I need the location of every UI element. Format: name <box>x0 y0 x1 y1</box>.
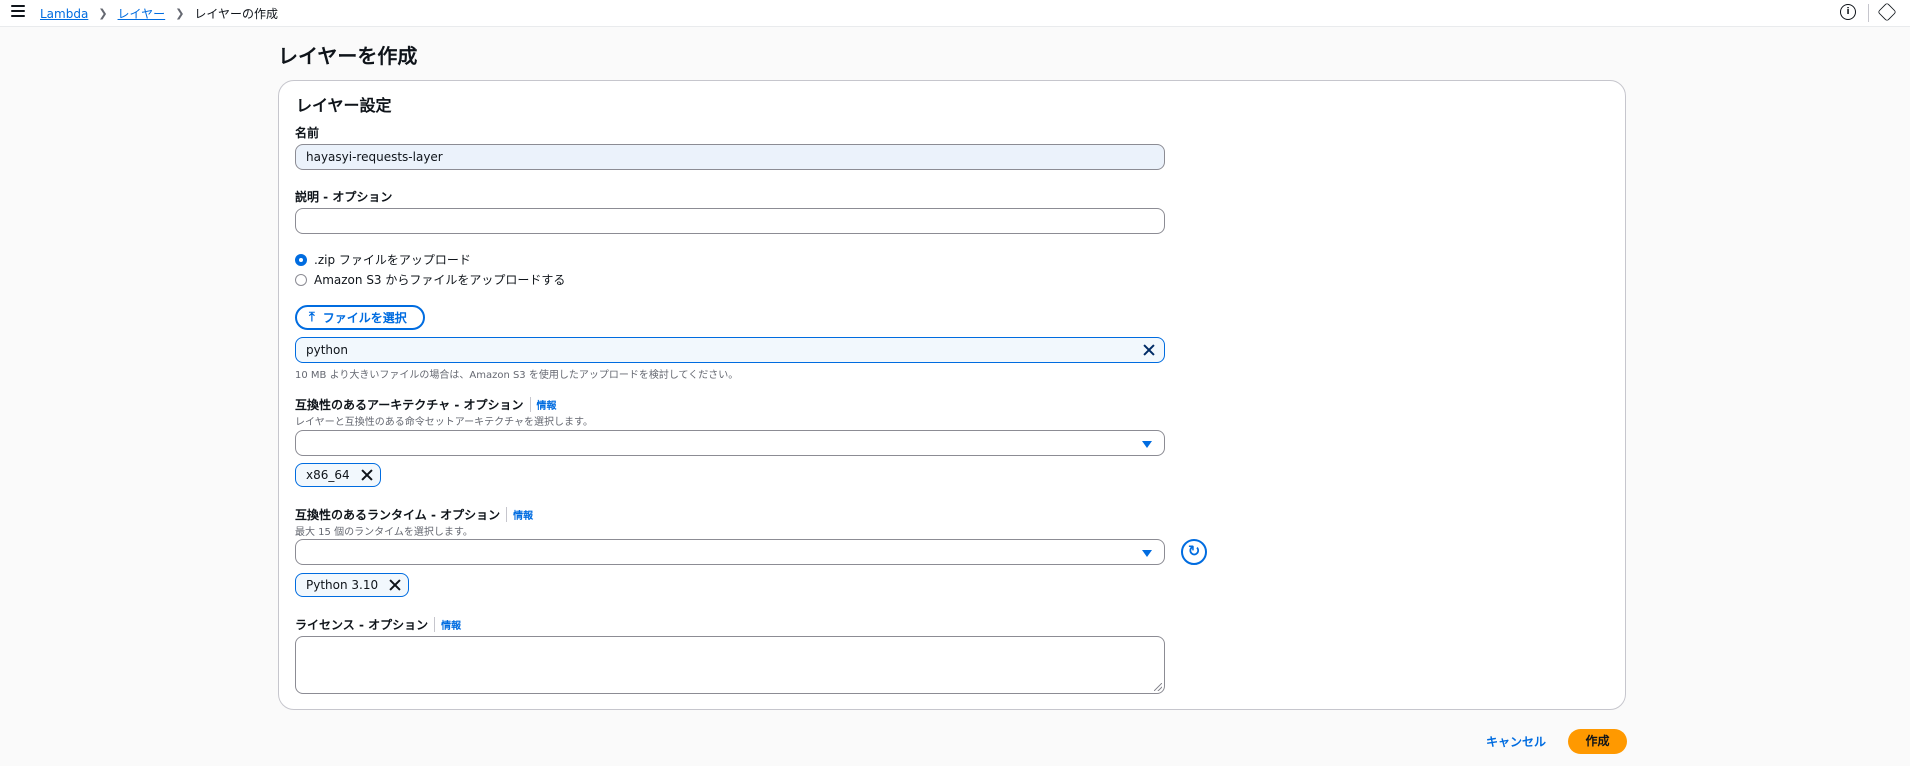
remove-runtime-icon[interactable] <box>388 578 402 592</box>
architecture-token: x86_64 <box>295 463 381 487</box>
info-icon[interactable]: i <box>1840 4 1856 20</box>
choose-file-button[interactable]: ⤒ ファイルを選択 <box>295 305 425 330</box>
upload-icon: ⤒ <box>309 310 315 325</box>
runtime-hint: 最大 15 個のランタイムを選択します。 <box>295 527 473 538</box>
breadcrumb-current: レイヤーの作成 <box>194 7 279 21</box>
breadcrumb: Lambda ❯ レイヤー ❯ レイヤーの作成 <box>40 5 278 22</box>
runtime-label: 互換性のあるランタイム - オプション 情報 <box>295 506 533 523</box>
name-input[interactable]: hayasyi-requests-layer <box>295 144 1165 170</box>
settings-icon[interactable] <box>1877 2 1897 22</box>
selected-file: python <box>295 337 1165 363</box>
radio-checked-icon[interactable] <box>295 253 307 266</box>
caret-down-icon <box>1142 441 1152 448</box>
license-info-link[interactable]: 情報 <box>434 617 461 632</box>
architecture-hint: レイヤーと互換性のある命令セットアーキテクチャを選択します。 <box>295 417 593 428</box>
chevron-right-icon: ❯ <box>98 7 108 20</box>
radio-upload-s3[interactable]: Amazon S3 からファイルをアップロードする <box>295 271 565 288</box>
architecture-label-text: 互換性のあるアーキテクチャ - オプション <box>295 398 524 412</box>
file-size-hint: 10 MB より大きいファイルの場合は、Amazon S3 を使用したアップロー… <box>295 370 739 381</box>
breadcrumb-layers[interactable]: レイヤー <box>118 5 166 22</box>
architecture-label: 互換性のあるアーキテクチャ - オプション 情報 <box>295 396 557 413</box>
architecture-token-label: x86_64 <box>306 468 350 482</box>
breadcrumb-lambda[interactable]: Lambda <box>40 7 88 21</box>
remove-architecture-icon[interactable] <box>360 468 374 482</box>
menu-icon[interactable] <box>11 5 25 17</box>
page-title: レイヤーを作成 <box>278 44 418 68</box>
top-navigation: Lambda ❯ レイヤー ❯ レイヤーの作成 i <box>0 0 1910 27</box>
radio-upload-zip-label: .zip ファイルをアップロード <box>314 253 471 267</box>
runtime-select[interactable] <box>295 539 1165 565</box>
panel-title: レイヤー設定 <box>296 96 392 115</box>
license-label-text: ライセンス - オプション <box>295 618 429 632</box>
license-label: ライセンス - オプション 情報 <box>295 616 461 633</box>
name-label-text: 名前 <box>295 126 320 140</box>
radio-upload-zip[interactable]: .zip ファイルをアップロード <box>295 251 471 268</box>
remove-file-icon[interactable] <box>1142 343 1156 357</box>
runtime-label-text: 互換性のあるランタイム - オプション <box>295 508 501 522</box>
name-label: 名前 <box>295 124 319 141</box>
layer-settings-panel <box>278 80 1626 710</box>
architecture-select[interactable] <box>295 430 1165 456</box>
runtime-token-label: Python 3.10 <box>306 578 379 592</box>
cancel-button[interactable]: キャンセル <box>1486 733 1546 750</box>
runtime-info-link[interactable]: 情報 <box>506 507 533 522</box>
description-label-text: 説明 - オプション <box>295 190 393 204</box>
radio-upload-s3-label: Amazon S3 からファイルをアップロードする <box>314 273 566 287</box>
choose-file-label: ファイルを選択 <box>322 311 407 325</box>
runtime-token: Python 3.10 <box>295 573 410 597</box>
file-name: python <box>306 343 348 357</box>
description-label: 説明 - オプション <box>295 188 392 205</box>
create-button[interactable]: 作成 <box>1568 729 1627 754</box>
divider <box>1868 4 1869 22</box>
resize-handle-icon[interactable] <box>1154 683 1162 691</box>
description-input[interactable] <box>295 208 1165 234</box>
chevron-right-icon: ❯ <box>175 7 185 20</box>
caret-down-icon <box>1142 550 1152 557</box>
radio-unchecked-icon[interactable] <box>295 273 307 286</box>
architecture-info-link[interactable]: 情報 <box>529 397 557 412</box>
license-textarea[interactable] <box>295 636 1165 694</box>
refresh-icon[interactable]: ↻ <box>1181 539 1207 565</box>
